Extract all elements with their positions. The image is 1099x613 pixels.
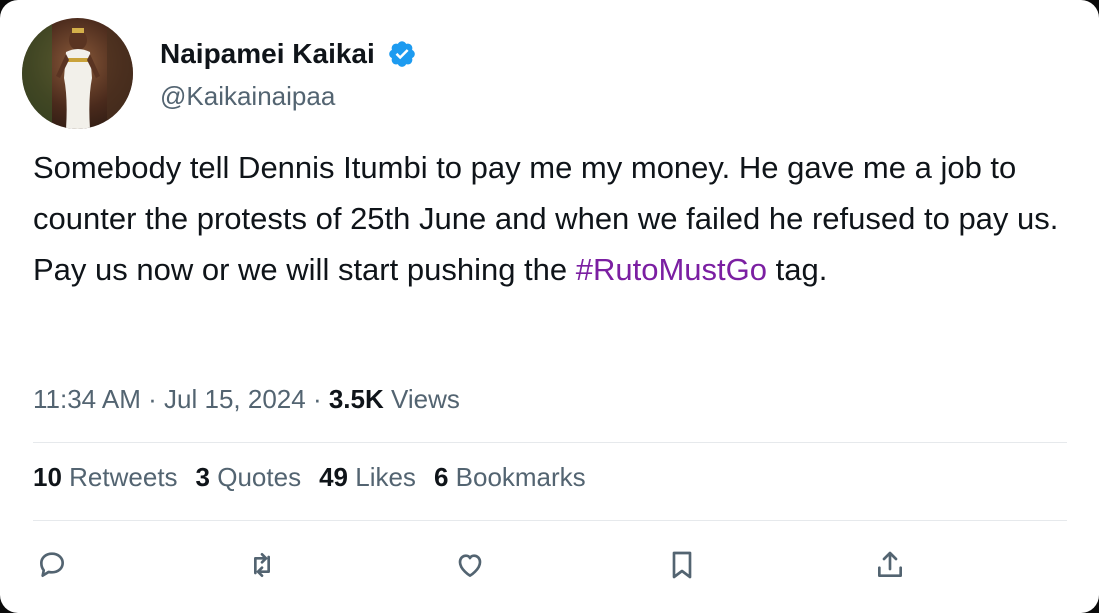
author-handle[interactable]: @Kaikainaipaa (160, 81, 335, 112)
retweets-count: 10 (33, 462, 62, 492)
tweet-text-part1: Somebody tell Dennis Itumbi to pay me my… (33, 150, 1059, 287)
quotes-stat[interactable]: 3 Quotes (196, 462, 302, 493)
tweet-card: Naipamei Kaikai @Kaikainaipaa Somebody t… (0, 0, 1099, 613)
tweet-time[interactable]: 11:34 AM (33, 384, 141, 414)
engagement-stats: 10 Retweets 3 Quotes 49 Likes 6 Bookmark… (33, 462, 586, 493)
likes-label: Likes (355, 462, 416, 492)
tweet-text-part2: tag. (767, 252, 828, 287)
likes-count: 49 (319, 462, 348, 492)
quotes-count: 3 (195, 462, 211, 492)
bookmarks-stat[interactable]: 6 Bookmarks (434, 462, 586, 493)
bookmark-button[interactable] (662, 545, 702, 585)
bookmarks-count: 6 (433, 462, 449, 492)
divider (33, 442, 1067, 443)
author-display-name[interactable]: Naipamei Kaikai (160, 38, 375, 70)
tweet-text: Somebody tell Dennis Itumbi to pay me my… (33, 142, 1063, 295)
views-count: 3.5K (328, 384, 384, 414)
views-label: Views (390, 384, 460, 414)
tweet-date[interactable]: Jul 15, 2024 (164, 384, 306, 414)
meta-separator: · (305, 384, 329, 414)
bookmark-icon (672, 551, 692, 579)
share-button[interactable] (870, 545, 910, 585)
verified-badge-icon (387, 39, 417, 69)
divider (33, 520, 1067, 521)
reply-icon (40, 552, 64, 577)
meta-separator: · (140, 384, 165, 414)
bookmarks-label: Bookmarks (455, 462, 586, 492)
retweet-icon (254, 553, 270, 577)
heart-icon (458, 554, 482, 577)
avatar-image (22, 18, 133, 129)
quotes-label: Quotes (217, 462, 302, 492)
like-button[interactable] (450, 545, 490, 585)
retweets-stat[interactable]: 10 Retweets (33, 462, 178, 493)
author-name-row[interactable]: Naipamei Kaikai (160, 38, 417, 70)
retweets-label: Retweets (69, 462, 178, 492)
share-icon (878, 551, 902, 577)
hashtag-link[interactable]: #RutoMustGo (576, 252, 767, 287)
action-bar (0, 545, 1099, 585)
reply-button[interactable] (32, 545, 72, 585)
tweet-meta: 11:34 AM · Jul 15, 2024 · 3.5K Views (33, 384, 460, 415)
retweet-button[interactable] (242, 545, 282, 585)
likes-stat[interactable]: 49 Likes (319, 462, 416, 493)
avatar[interactable] (22, 18, 133, 129)
